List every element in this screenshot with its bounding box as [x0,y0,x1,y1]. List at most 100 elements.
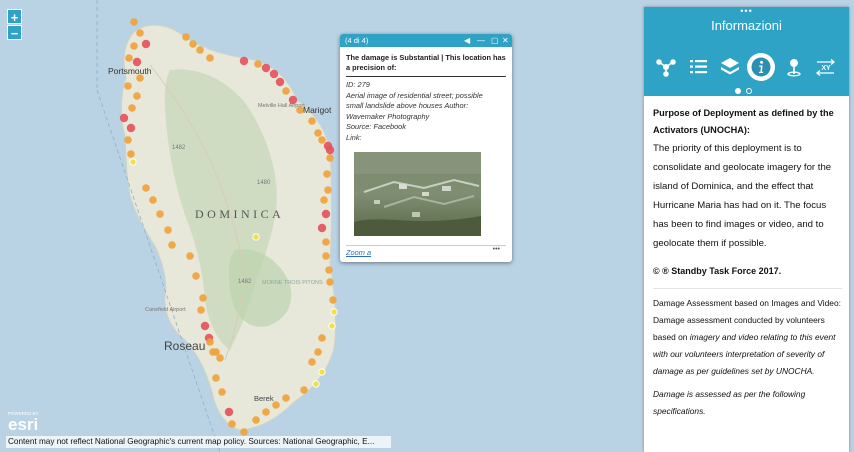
share-icon[interactable] [652,53,680,81]
popup-source: Source: Facebook [346,122,406,131]
damage-marker[interactable] [149,196,157,204]
place-label: Portsmouth [108,66,152,76]
damage-marker[interactable] [261,63,271,73]
more-options-icon[interactable]: ••• [493,246,500,253]
island-label: DOMINICA [195,207,284,221]
close-icon[interactable]: ✕ [502,34,509,47]
damage-marker[interactable] [252,233,260,241]
damage-marker[interactable] [130,18,138,26]
damage-marker[interactable] [314,348,322,356]
damage-marker[interactable] [197,306,205,314]
damage-marker[interactable] [322,252,330,260]
damage-marker[interactable] [196,46,204,54]
damage-marker[interactable] [156,210,164,218]
damage-marker[interactable] [224,407,234,417]
damage-marker[interactable] [212,374,220,382]
panel-toolbar: XY [652,53,844,81]
damage-marker[interactable] [325,266,333,274]
damage-marker[interactable] [168,241,176,249]
damage-marker[interactable] [317,223,327,233]
esri-logo: POWERED BY esri [8,411,39,434]
damage-marker[interactable] [330,308,338,316]
panel-handle[interactable]: ••• [644,7,849,16]
aerial-photo[interactable] [354,152,481,236]
damage-marker[interactable] [239,56,249,66]
damage-marker[interactable] [326,154,334,162]
previous-feature-icon[interactable]: ◀ [464,34,470,47]
damage-marker[interactable] [318,368,326,376]
damage-marker[interactable] [128,104,136,112]
page-dot[interactable] [746,88,752,94]
minimize-icon[interactable]: — [477,34,485,47]
damage-marker[interactable] [199,294,207,302]
damage-marker[interactable] [125,54,133,62]
damage-marker[interactable] [206,54,214,62]
damage-marker[interactable] [269,69,279,79]
damage-marker[interactable] [282,87,290,95]
zoom-out-button[interactable]: − [7,25,22,41]
damage-marker[interactable] [119,113,129,123]
damage-marker[interactable] [182,33,190,41]
popup-description: Wavemaker Photography [346,111,430,121]
popup-title: The damage is Substantial | This locatio… [346,53,506,77]
damage-marker[interactable] [321,209,331,219]
zoom-to-link[interactable]: Zoom a [346,248,371,257]
popup-counter: (4 di 4) [345,36,369,45]
damage-marker[interactable] [216,354,224,362]
popup-footer: Zoom a ••• [346,245,506,258]
legend-icon[interactable] [684,53,712,81]
damage-marker[interactable] [192,272,200,280]
damage-marker[interactable] [130,42,138,50]
damage-marker[interactable] [318,334,326,342]
map-attribution: Content may not reflect National Geograp… [6,436,391,448]
damage-marker[interactable] [164,226,172,234]
info-icon[interactable] [747,53,775,81]
damage-marker[interactable] [314,129,322,137]
page-dot-active[interactable] [735,88,741,94]
damage-marker[interactable] [323,170,331,178]
damage-marker[interactable] [124,136,132,144]
damage-marker[interactable] [275,77,285,87]
damage-marker[interactable] [325,145,335,155]
place-label: MORNE TROIS PITONS [262,280,323,286]
damage-marker[interactable] [124,82,132,90]
damage-marker[interactable] [228,420,236,428]
damage-marker[interactable] [136,29,144,37]
damage-marker[interactable] [189,40,197,48]
damage-marker[interactable] [300,386,308,394]
damage-marker[interactable] [262,408,270,416]
damage-marker[interactable] [308,117,316,125]
damage-marker[interactable] [127,150,135,158]
damage-marker[interactable] [129,158,137,166]
zoom-in-button[interactable]: + [7,9,22,25]
damage-marker[interactable] [328,322,336,330]
damage-marker[interactable] [320,196,328,204]
damage-marker[interactable] [126,123,136,133]
damage-marker[interactable] [252,416,260,424]
damage-marker[interactable] [254,60,262,68]
place-label: 1482 [172,145,186,151]
panel-pagination [735,81,757,99]
popup-id: ID: 279 [346,80,370,89]
damage-marker[interactable] [186,252,194,260]
locate-icon[interactable] [780,53,808,81]
damage-marker[interactable] [240,428,248,436]
damage-marker[interactable] [132,57,142,67]
damage-marker[interactable] [142,184,150,192]
damage-marker[interactable] [324,186,332,194]
coordinates-icon[interactable]: XY [812,53,840,81]
maximize-icon[interactable]: ▢ [491,34,499,47]
damage-marker[interactable] [133,92,141,100]
layers-icon[interactable] [716,53,744,81]
damage-marker[interactable] [329,296,337,304]
damage-marker[interactable] [218,388,226,396]
damage-marker[interactable] [141,39,151,49]
damage-marker[interactable] [322,238,330,246]
damage-marker[interactable] [200,321,210,331]
damage-marker[interactable] [308,358,316,366]
damage-marker[interactable] [326,278,334,286]
damage-marker[interactable] [318,136,326,144]
damage-marker[interactable] [312,380,320,388]
damage-marker[interactable] [282,394,290,402]
damage-marker[interactable] [206,338,214,346]
